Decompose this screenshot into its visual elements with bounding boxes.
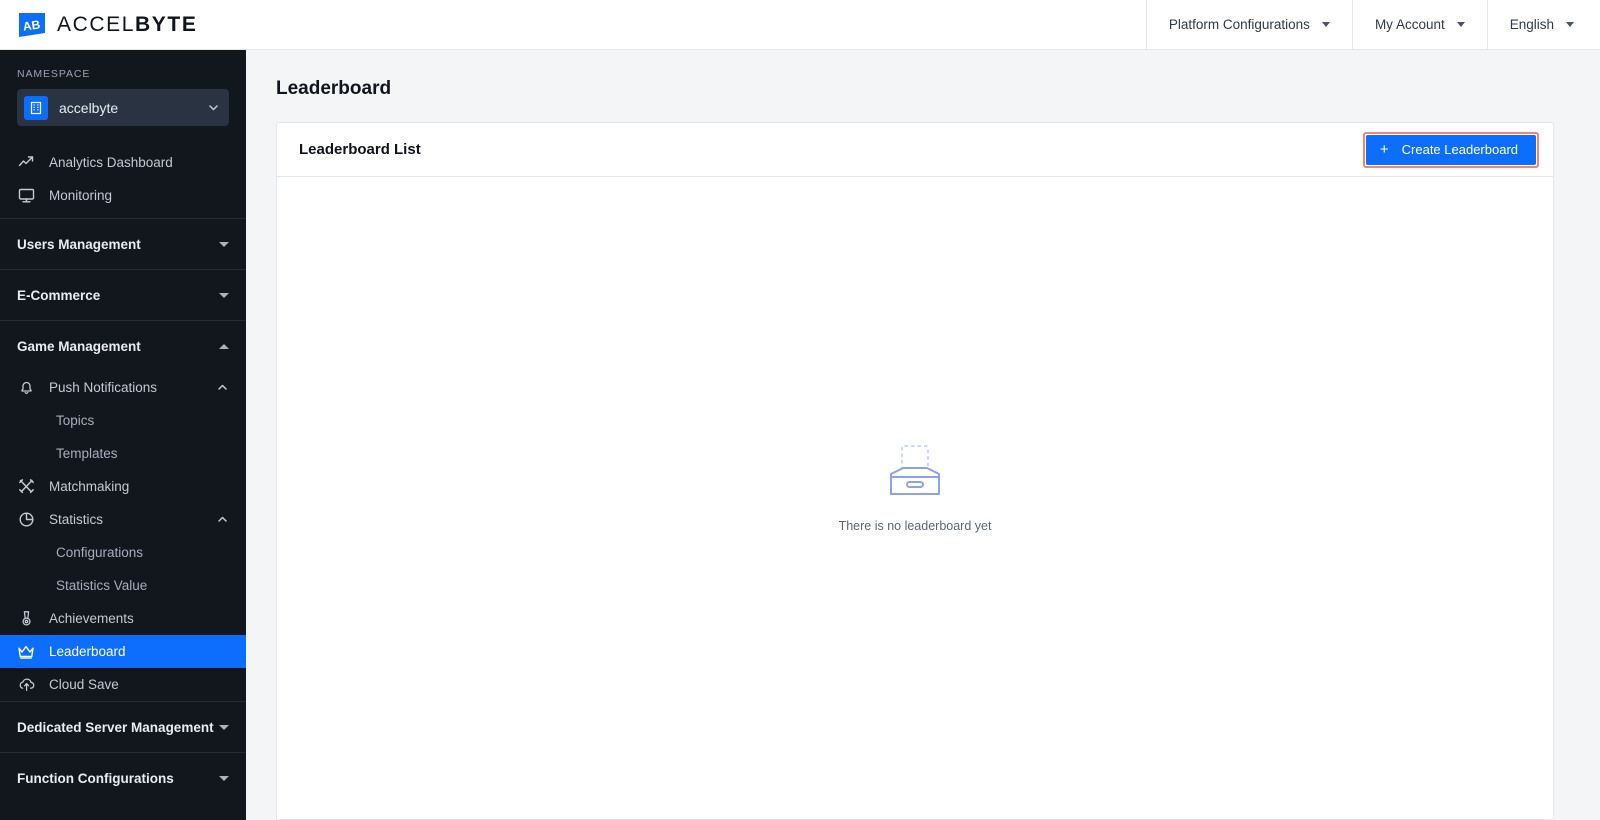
sidebar-item-label: Cloud Save	[49, 677, 119, 692]
nav-group-top: Analytics Dashboard Monitoring	[0, 140, 246, 218]
app-root: AB ACCELBYTE Platform Configurations My …	[0, 0, 1600, 820]
page-title: Leaderboard	[276, 78, 392, 99]
sidebar-item-label: Matchmaking	[49, 479, 130, 494]
empty-state: There is no leaderboard yet	[838, 444, 992, 533]
chevron-down-icon	[219, 292, 229, 298]
chevron-down-icon	[219, 775, 229, 781]
sidebar-section-label: Game Management	[17, 338, 141, 354]
sidebar-item-label: Achievements	[49, 611, 134, 626]
sidebar-item-statistics-value[interactable]: Statistics Value	[0, 569, 246, 602]
create-leaderboard-highlight-ring: + Create Leaderboard	[1362, 131, 1539, 168]
sidebar-section-label: Dedicated Server Management	[17, 719, 214, 735]
sidebar-section-label: E-Commerce	[17, 287, 101, 303]
leaderboard-list-card: Leaderboard List + Create Leaderboard Th…	[276, 122, 1554, 820]
topnav-item-my-account[interactable]: My Account	[1351, 0, 1487, 49]
sidebar-item-topics[interactable]: Topics	[0, 404, 246, 437]
sidebar-section-label: Function Configurations	[17, 770, 174, 786]
sidebar-item-label: Topics	[56, 413, 95, 428]
empty-state-text: There is no leaderboard yet	[838, 518, 992, 533]
sidebar-item-label: Templates	[56, 446, 118, 461]
sidebar-section-label: Users Management	[17, 236, 141, 252]
brand-name-light: ACCEL	[57, 12, 136, 36]
sidebar-item-analytics-dashboard[interactable]: Analytics Dashboard	[0, 146, 246, 179]
sidebar-section-dedicated-server-management[interactable]: Dedicated Server Management	[0, 702, 246, 752]
main-content: Leaderboard Leaderboard List + Create Le…	[246, 50, 1600, 820]
namespace-block: NAMESPACE accelbyte	[0, 50, 246, 140]
create-leaderboard-label: Create Leaderboard	[1401, 142, 1518, 157]
chevron-down-icon	[1456, 22, 1465, 27]
trending-up-icon	[17, 154, 35, 172]
chevron-down-icon	[1321, 22, 1330, 27]
namespace-selector[interactable]: accelbyte	[17, 89, 229, 126]
card-body: There is no leaderboard yet	[277, 177, 1553, 819]
building-icon	[24, 95, 48, 120]
sidebar-item-label: Monitoring	[49, 188, 113, 203]
sidebar-item-matchmaking[interactable]: Matchmaking	[0, 470, 246, 503]
card-header: Leaderboard List + Create Leaderboard	[277, 123, 1553, 177]
medal-icon	[17, 610, 35, 628]
sidebar-item-push-notifications[interactable]: Push Notifications	[0, 371, 246, 404]
top-bar: AB ACCELBYTE Platform Configurations My …	[0, 0, 1600, 50]
sidebar-section-users-management[interactable]: Users Management	[0, 219, 246, 269]
sidebar-item-label: Configurations	[56, 545, 144, 560]
sidebar-item-templates[interactable]: Templates	[0, 437, 246, 470]
body: NAMESPACE accelbyte Analytics Dashboard …	[0, 50, 1600, 820]
card-wrapper: Leaderboard List + Create Leaderboard Th…	[246, 122, 1600, 820]
top-nav: Platform Configurations My Account Engli…	[1145, 0, 1600, 49]
brand-name-bold: BYTE	[135, 12, 198, 36]
sidebar-item-monitoring[interactable]: Monitoring	[0, 179, 246, 212]
pie-chart-icon	[17, 511, 35, 529]
cloud-upload-icon	[17, 676, 35, 694]
namespace-label: NAMESPACE	[17, 68, 91, 80]
namespace-value: accelbyte	[59, 99, 119, 116]
chevron-up-icon	[216, 513, 229, 526]
chevron-down-icon	[219, 724, 229, 730]
sidebar-section-e-commerce[interactable]: E-Commerce	[0, 270, 246, 320]
sidebar-item-leaderboard[interactable]: Leaderboard	[0, 635, 246, 668]
plus-icon: +	[1379, 141, 1389, 158]
topnav-label: Platform Configurations	[1168, 17, 1310, 32]
topnav-label: English	[1509, 17, 1554, 32]
chevron-up-icon	[216, 381, 229, 394]
crossed-swords-icon	[17, 478, 35, 496]
sidebar-item-label: Push Notifications	[49, 380, 158, 395]
topnav-item-platform-configurations[interactable]: Platform Configurations	[1145, 0, 1352, 49]
sidebar-item-label: Statistics Value	[56, 578, 148, 593]
chevron-up-icon	[219, 343, 229, 349]
sidebar-section-function-configurations[interactable]: Function Configurations	[0, 753, 246, 803]
sidebar-item-label: Statistics	[49, 512, 104, 527]
sidebar: NAMESPACE accelbyte Analytics Dashboard …	[0, 50, 246, 820]
bell-icon	[17, 379, 35, 397]
topnav-label: My Account	[1374, 17, 1445, 32]
sidebar-item-label: Leaderboard	[49, 644, 126, 659]
nav-group-game-management: Push Notifications Topics Templates Matc…	[0, 371, 246, 701]
accelbyte-logo-icon: AB	[18, 12, 46, 38]
sidebar-item-achievements[interactable]: Achievements	[0, 602, 246, 635]
chevron-down-icon	[207, 101, 220, 114]
sidebar-item-label: Analytics Dashboard	[49, 155, 173, 170]
empty-inbox-icon	[883, 444, 947, 505]
sidebar-item-statistics[interactable]: Statistics	[0, 503, 246, 536]
brand[interactable]: AB ACCELBYTE	[0, 0, 197, 49]
sidebar-item-cloud-save[interactable]: Cloud Save	[0, 668, 246, 701]
card-title: Leaderboard List	[299, 141, 421, 158]
monitor-icon	[17, 187, 35, 205]
chevron-down-icon	[1566, 22, 1574, 27]
svg-text:AB: AB	[22, 17, 41, 33]
create-leaderboard-button[interactable]: + Create Leaderboard	[1365, 134, 1536, 165]
chevron-down-icon	[219, 241, 229, 247]
crown-icon	[17, 643, 35, 661]
sidebar-item-configurations[interactable]: Configurations	[0, 536, 246, 569]
sidebar-section-game-management[interactable]: Game Management	[0, 321, 246, 371]
topnav-item-language[interactable]: English	[1486, 0, 1600, 49]
brand-name: ACCELBYTE	[57, 13, 197, 37]
